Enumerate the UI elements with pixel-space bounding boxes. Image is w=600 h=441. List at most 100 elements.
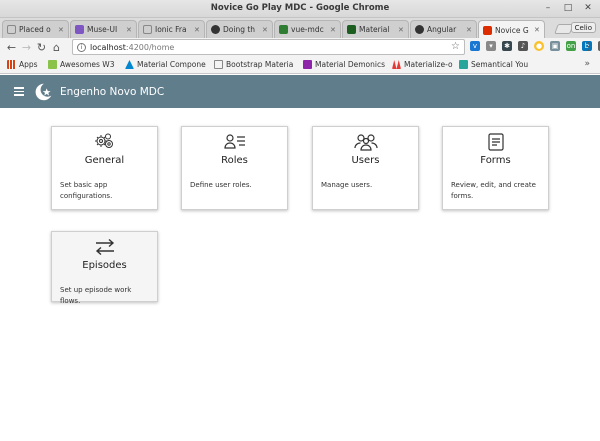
card-description: Set up episode work flows.: [60, 286, 132, 305]
url-path: :4200/home: [125, 42, 175, 52]
github-icon: [415, 25, 424, 34]
settings-icon: [94, 133, 113, 148]
profile-button[interactable]: Celio: [570, 22, 596, 33]
forward-icon[interactable]: →: [19, 41, 34, 54]
bookmark-label: Material Compone: [137, 60, 206, 69]
home-icon[interactable]: ⌂: [49, 41, 64, 54]
apps-grid-icon: [7, 60, 16, 69]
extensions: v ▾ ✱ ♪ ● ▣ on b ⊞: [470, 41, 600, 51]
minimize-icon[interactable]: –: [542, 2, 554, 14]
tab-material[interactable]: Material ✕: [342, 20, 409, 38]
bookmark-label: Bootstrap Materia: [226, 60, 294, 69]
bookmark-material-components[interactable]: Material Compone: [125, 60, 206, 69]
card-forms[interactable]: Forms Review, edit, and create forms.: [442, 126, 549, 210]
browser-toolbar: ← → ↻ ⌂ i localhost:4200/home ☆ v ▾ ✱ ♪ …: [0, 38, 600, 57]
card-title: Users: [351, 155, 380, 166]
tab-label: Angular: [427, 25, 457, 34]
menu-icon[interactable]: [14, 87, 24, 96]
extension-on-icon[interactable]: on: [566, 41, 576, 51]
tab-novice-go[interactable]: Novice G ✕: [478, 20, 545, 39]
bookmark-label: Materialize-o: [404, 60, 453, 69]
w3-icon: [48, 60, 57, 69]
card-title: Roles: [221, 155, 248, 166]
semantical-icon: [459, 60, 468, 69]
address-bar[interactable]: i localhost:4200/home ☆: [72, 39, 465, 55]
extension-v-icon[interactable]: v: [470, 41, 480, 51]
extension-bell-icon[interactable]: ♪: [518, 41, 528, 51]
bookmark-semantical-you[interactable]: Semantical You: [459, 60, 528, 69]
page-icon: [7, 25, 16, 34]
assignment-ind-icon: [223, 134, 245, 149]
reload-icon[interactable]: ↻: [34, 41, 49, 54]
page-icon: [214, 60, 223, 69]
more-menu-icon[interactable]: ⋮: [583, 40, 594, 53]
tab-vue-mdc[interactable]: vue-mdc ✕: [274, 20, 341, 38]
card-general[interactable]: General Set basic app configurations.: [51, 126, 158, 210]
card-roles[interactable]: Roles Define user roles.: [181, 126, 288, 210]
bookmark-star-icon[interactable]: ☆: [451, 41, 460, 52]
bookmark-bootstrap-material[interactable]: Bootstrap Materia: [214, 60, 293, 69]
maximize-icon[interactable]: □: [562, 2, 574, 14]
swap-horiz-icon: [95, 238, 114, 256]
tab-label: Muse-UI: [87, 25, 118, 34]
close-tab-icon[interactable]: ✕: [330, 26, 336, 34]
info-icon[interactable]: i: [77, 42, 86, 52]
tab-muse-ui[interactable]: Muse-UI ✕: [70, 20, 137, 38]
card-episodes[interactable]: Episodes Set up episode work flows.: [51, 231, 158, 305]
card-description: Review, edit, and create forms.: [451, 181, 536, 200]
card-users[interactable]: Users Manage users.: [312, 126, 419, 210]
bookmark-materialize[interactable]: Materialize-o: [392, 60, 453, 69]
card-title: General: [84, 155, 125, 166]
tab-angular[interactable]: Angular ✕: [410, 20, 477, 38]
tab-label: Material: [359, 25, 390, 34]
form-icon: [487, 133, 504, 151]
page-icon: [143, 25, 152, 34]
tab-placed[interactable]: Placed o ✕: [2, 20, 69, 38]
card-description: Set basic app configurations.: [60, 181, 113, 200]
bookmarks-bar: Apps Awesomes W3 Material Compone Bootst…: [0, 57, 600, 74]
moon-star-logo-icon: [35, 83, 52, 100]
bookmark-label: Material Demonics: [315, 60, 386, 69]
close-tab-icon[interactable]: ✕: [262, 26, 268, 34]
extension-square-icon[interactable]: ▣: [550, 41, 560, 51]
close-tab-icon[interactable]: ✕: [398, 26, 404, 34]
close-tab-icon[interactable]: ✕: [194, 26, 200, 34]
bookmark-material-demonics[interactable]: Material Demonics: [303, 60, 385, 69]
extension-circle-icon[interactable]: ●: [534, 41, 544, 51]
window-titlebar: Novice Go Play MDC - Google Chrome – □ ✕: [0, 0, 600, 18]
tab-label: vue-mdc: [291, 25, 324, 34]
tab-ionic[interactable]: Ionic Fra ✕: [138, 20, 205, 38]
tab-github[interactable]: Doing th ✕: [206, 20, 273, 38]
window-title: Novice Go Play MDC - Google Chrome: [210, 3, 390, 13]
github-icon: [211, 25, 220, 34]
url-host: localhost: [90, 42, 126, 52]
back-icon[interactable]: ←: [4, 41, 19, 54]
card-title: Forms: [480, 155, 511, 166]
app-title: Engenho Novo MDC: [60, 85, 165, 98]
app-bar: Engenho Novo MDC: [0, 75, 600, 108]
bookmark-label: Apps: [19, 60, 38, 69]
extension-vee-icon[interactable]: ▾: [486, 41, 496, 51]
close-tab-icon[interactable]: ✕: [126, 26, 132, 34]
bookmark-label: Semantical You: [471, 60, 529, 69]
angular-icon: [483, 25, 492, 35]
tab-label: Placed o: [19, 25, 51, 34]
tab-label: Novice G: [495, 25, 529, 35]
muse-icon: [75, 25, 84, 34]
extension-gear-icon[interactable]: ✱: [502, 41, 512, 51]
vue-icon: [279, 25, 288, 34]
bookmark-label: Awesomes W3: [60, 60, 115, 69]
close-tab-icon[interactable]: ✕: [58, 26, 64, 34]
card-description: Manage users.: [321, 181, 373, 189]
bookmarks-overflow-icon[interactable]: »: [584, 59, 590, 69]
card-title: Episodes: [82, 260, 127, 271]
bookmark-awesomes-w3[interactable]: Awesomes W3: [48, 60, 114, 69]
material-icon: [347, 25, 356, 34]
close-tab-icon[interactable]: ✕: [466, 26, 472, 34]
materialize-icon: [392, 60, 401, 69]
material-components-icon: [125, 60, 134, 69]
card-description: Define user roles.: [190, 181, 252, 189]
close-tab-icon[interactable]: ✕: [534, 26, 540, 34]
bookmark-apps[interactable]: Apps: [7, 60, 38, 69]
close-window-icon[interactable]: ✕: [582, 2, 594, 14]
